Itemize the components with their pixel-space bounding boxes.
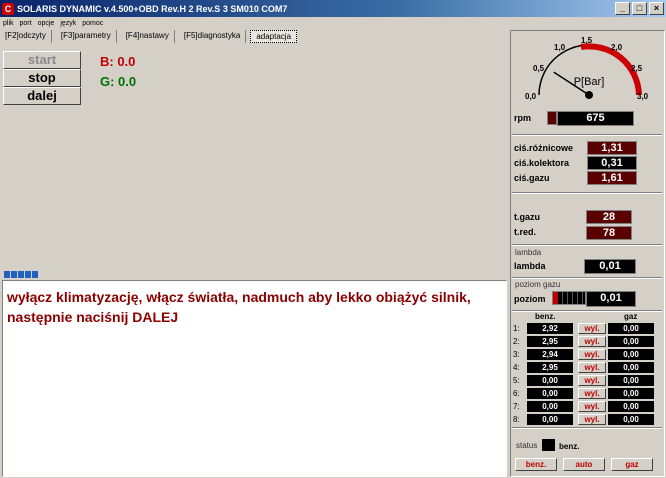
pressure-gauge: P[Bar] 0,0 0,5 1,0 1,5 2,0 2,5 3,0 — [525, 36, 649, 101]
reducer-temp-label: t.red. — [514, 227, 537, 237]
injector-benz-value: 2,95 — [527, 362, 573, 373]
injector-index: 6: — [513, 389, 520, 398]
injector-gas-value: 0,00 — [608, 414, 654, 425]
gauge-tick-15: 1,5 — [581, 36, 593, 45]
gas-temp-value: 28 — [586, 210, 632, 224]
injector-gas-value: 0,00 — [608, 336, 654, 347]
injector-gas-value: 0,00 — [608, 375, 654, 386]
injector-off-button[interactable]: wyl. — [578, 362, 606, 373]
gas-pressure-label: ciś.gazu — [514, 173, 550, 183]
rpm-bar — [547, 111, 557, 125]
injector-gas-value: 0,00 — [608, 362, 654, 373]
diff-pressure-label: ciś.różnicowe — [514, 143, 574, 153]
injector-benz-value: 0,00 — [527, 401, 573, 412]
close-button[interactable]: × — [649, 2, 664, 15]
manifold-pressure-label: ciś.kolektora — [514, 158, 570, 168]
mode-auto-button[interactable]: auto — [563, 458, 605, 471]
g-value: G: 0.0 — [100, 74, 137, 89]
injector-index: 1: — [513, 324, 520, 333]
injectors-head-benz: benz. — [535, 312, 556, 321]
gas-temp-label: t.gazu — [514, 212, 540, 222]
injector-benz-value: 2,92 — [527, 323, 573, 334]
injectors-head-gaz: gaz — [624, 312, 638, 321]
tab-parameters[interactable]: [F3]parametry — [56, 30, 117, 43]
injector-off-button[interactable]: wyl. — [578, 349, 606, 360]
gauge-hub — [585, 91, 593, 99]
gauge-tick-1: 1,0 — [554, 43, 566, 52]
tab-bar: [F2]odczyty [F3]parametry [F4]nastawy [F… — [0, 30, 301, 45]
injector-index: 4: — [513, 363, 520, 372]
gauge-tick-25: 2,5 — [631, 64, 643, 73]
injector-benz-value: 0,00 — [527, 375, 573, 386]
tab-readings[interactable]: [F2]odczyty — [0, 30, 52, 43]
diff-pressure-value: 1,31 — [587, 141, 637, 155]
rpm-display: 675 — [557, 111, 634, 126]
gas-level-bar — [552, 291, 586, 305]
gauge-tick-05: 0,5 — [533, 64, 545, 73]
stop-button[interactable]: stop — [3, 69, 81, 87]
menu-file[interactable]: plik — [3, 20, 14, 27]
status-label: status — [516, 441, 538, 450]
injector-off-button[interactable]: wyl. — [578, 336, 606, 347]
title-bar: C SOLARIS DYNAMIC v.4.500+OBD Rev.H 2 Re… — [0, 0, 666, 17]
injector-off-button[interactable]: wyl. — [578, 401, 606, 412]
tab-settings[interactable]: [F4]nastawy — [121, 30, 175, 43]
minimize-button[interactable]: _ — [615, 2, 630, 15]
start-button[interactable]: start — [3, 51, 81, 69]
injector-off-button[interactable]: wyl. — [578, 323, 606, 334]
maximize-button[interactable]: □ — [632, 2, 647, 15]
injector-benz-value: 0,00 — [527, 414, 573, 425]
injector-index: 7: — [513, 402, 520, 411]
gauge-tick-2: 2,0 — [611, 43, 623, 52]
injector-index: 3: — [513, 350, 520, 359]
menu-bar: plik port opcje język pomoc — [0, 17, 666, 29]
window-title: SOLARIS DYNAMIC v.4.500+OBD Rev.H 2 Rev.… — [17, 3, 288, 14]
tab-diagnostics[interactable]: [F5]diagnostyka — [179, 30, 247, 43]
tab-adaptation[interactable]: adaptacja — [250, 30, 298, 43]
menu-language[interactable]: język — [60, 20, 76, 27]
lambda-label: lambda — [514, 261, 546, 271]
injector-off-button[interactable]: wyl. — [578, 414, 606, 425]
instruction-panel: wyłącz klimatyzację, włącz światła, nadm… — [2, 280, 507, 477]
gauge-tick-0: 0,0 — [525, 92, 537, 101]
menu-help[interactable]: pomoc — [82, 20, 103, 27]
injector-gas-value: 0,00 — [608, 388, 654, 399]
gas-level-value: 0,01 — [586, 291, 636, 307]
gas-pressure-value: 1,61 — [587, 171, 637, 185]
status-value: benz. — [559, 442, 580, 451]
injector-index: 2: — [513, 337, 520, 346]
instruction-text: wyłącz klimatyzację, włącz światła, nadm… — [7, 289, 471, 325]
injector-index: 8: — [513, 415, 520, 424]
injector-index: 5: — [513, 376, 520, 385]
gas-level-group-label: poziom gazu — [515, 280, 561, 289]
mode-petrol-button[interactable]: benz. — [515, 458, 557, 471]
injector-off-button[interactable]: wyl. — [578, 388, 606, 399]
injector-gas-value: 0,00 — [608, 323, 654, 334]
menu-options[interactable]: opcje — [38, 20, 55, 27]
injector-gas-value: 0,00 — [608, 401, 654, 412]
lambda-value: 0,01 — [584, 259, 636, 274]
gauge-unit: P[Bar] — [574, 76, 605, 88]
app-icon[interactable]: C — [2, 2, 14, 15]
next-button[interactable]: dalej — [3, 87, 81, 105]
rpm-label: rpm — [514, 113, 532, 123]
lambda-group-label: lambda — [515, 248, 542, 257]
menu-port[interactable]: port — [20, 20, 32, 27]
reducer-temp-value: 78 — [586, 226, 632, 240]
b-value: B: 0.0 — [100, 54, 136, 69]
injector-benz-value: 2,94 — [527, 349, 573, 360]
progress-indicator — [4, 271, 38, 278]
mode-gas-button[interactable]: gaz — [611, 458, 653, 471]
status-indicator — [542, 439, 555, 451]
manifold-pressure-value: 0,31 — [587, 156, 637, 170]
gauge-tick-3: 3,0 — [637, 92, 649, 101]
injector-benz-value: 0,00 — [527, 388, 573, 399]
injector-off-button[interactable]: wyl. — [578, 375, 606, 386]
injector-benz-value: 2,95 — [527, 336, 573, 347]
injector-gas-value: 0,00 — [608, 349, 654, 360]
gas-level-label: poziom — [514, 294, 546, 304]
